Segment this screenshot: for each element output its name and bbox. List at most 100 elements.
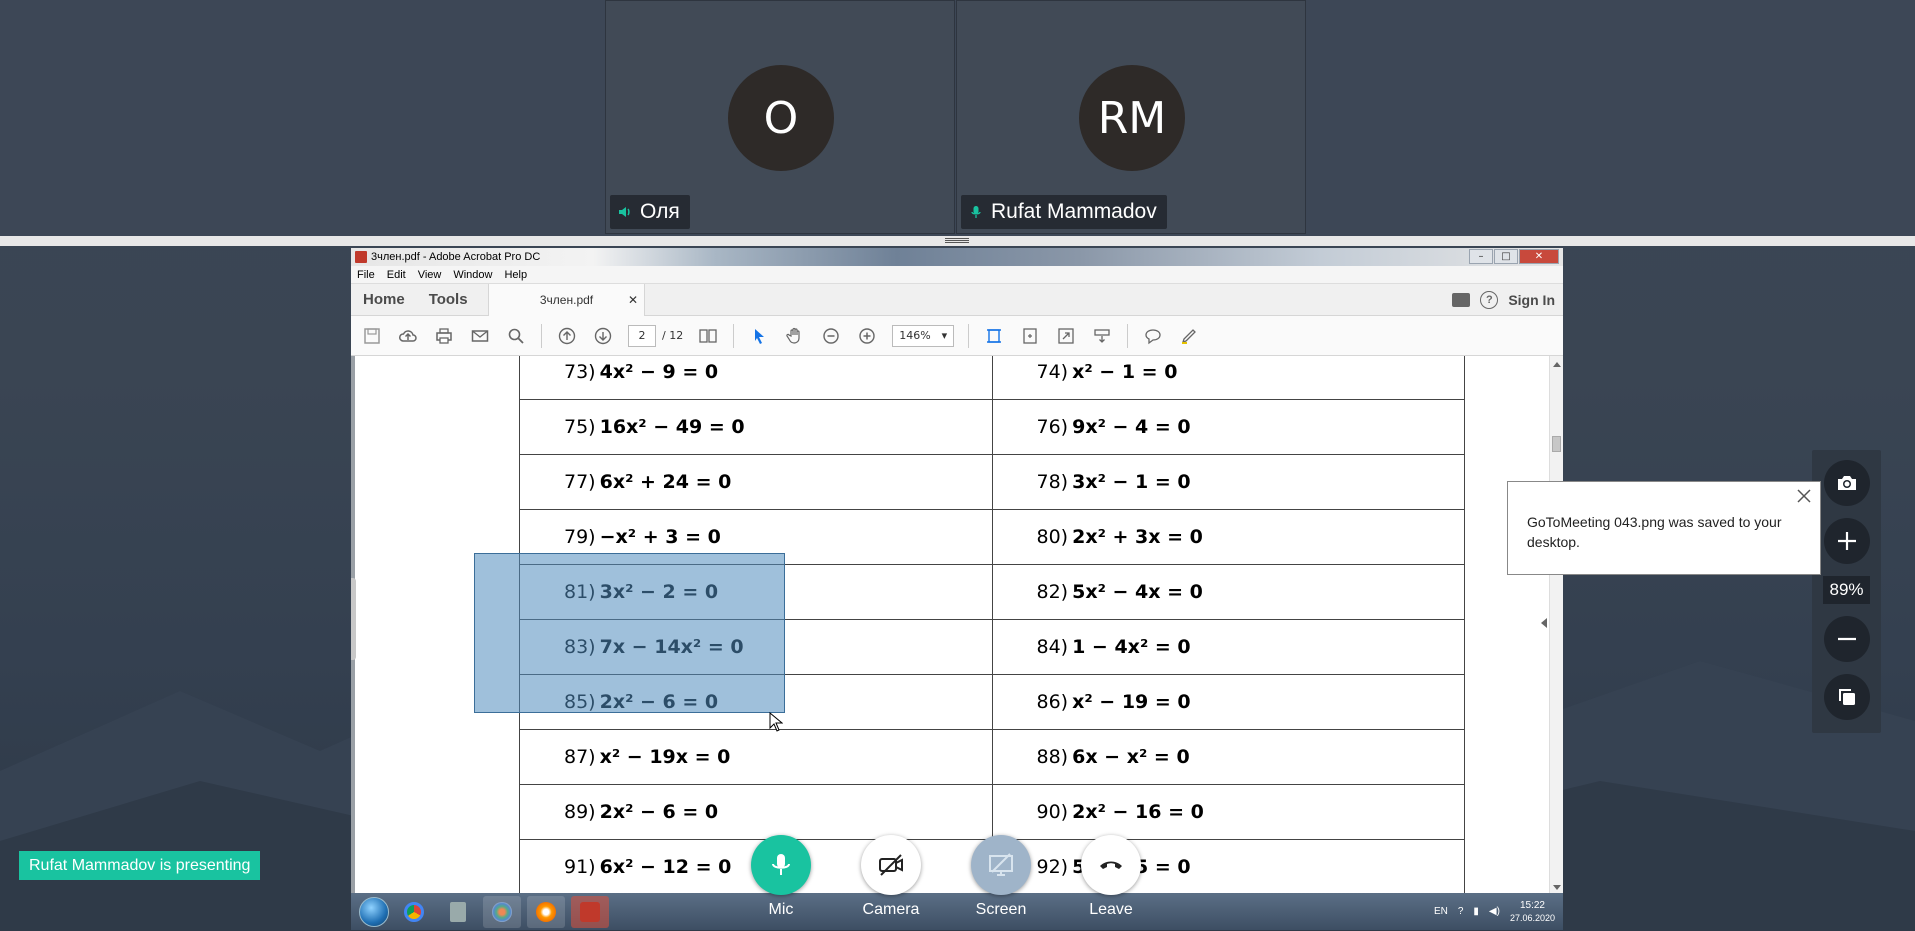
upload-cloud-icon[interactable] xyxy=(397,325,419,347)
zoom-in-button[interactable] xyxy=(1824,518,1870,564)
equation-number: 73) xyxy=(564,361,596,383)
zoom-out-button[interactable] xyxy=(1824,616,1870,662)
zoom-level-select[interactable]: 146% ▾ xyxy=(892,324,955,347)
taskbar-paint-icon[interactable] xyxy=(483,895,521,928)
popout-button[interactable] xyxy=(1824,674,1870,720)
equation-number: 79) xyxy=(564,526,596,548)
pdf-app-icon xyxy=(355,251,367,263)
camera-button[interactable]: Camera xyxy=(860,835,922,919)
menu-view[interactable]: View xyxy=(418,269,442,281)
equation-number: 82) xyxy=(1036,581,1069,603)
full-screen-icon[interactable] xyxy=(1055,325,1077,347)
tab-tools[interactable]: Tools xyxy=(417,291,480,308)
shared-screen-acrobat-window: 3член.pdf - Adobe Acrobat Pro DC – □ ✕ F… xyxy=(351,248,1563,896)
close-icon[interactable] xyxy=(1794,486,1814,506)
resize-handle-icon[interactable] xyxy=(945,237,969,245)
equation-cell: 78) 3x² − 1 = 0 xyxy=(991,454,1465,510)
close-window-button[interactable]: ✕ xyxy=(1519,249,1559,264)
table-row: 89) 2x² − 6 = 0 90) 2x² − 16 = 0 xyxy=(519,784,1465,840)
help-icon[interactable]: ? xyxy=(1480,291,1499,309)
scroll-down-icon[interactable] xyxy=(1553,885,1561,890)
equation-cell: 75) 16x² − 49 = 0 xyxy=(519,399,993,455)
participant-name-tag: Оля xyxy=(610,195,690,229)
left-panel-toggle[interactable] xyxy=(351,578,356,660)
save-icon[interactable] xyxy=(361,325,383,347)
screen-circle[interactable] xyxy=(971,835,1031,895)
microphone-icon xyxy=(772,854,790,875)
zoom-level-value: 146% xyxy=(899,329,931,342)
previous-page-icon[interactable] xyxy=(556,325,578,347)
select-cursor-icon[interactable] xyxy=(748,325,770,347)
participant-tile-olya[interactable]: O Оля xyxy=(605,0,955,234)
camera-label: Camera xyxy=(862,901,920,918)
equation-number: 91) xyxy=(564,856,596,878)
equation-cell: 80) 2x² + 3x = 0 xyxy=(991,509,1465,565)
window-titlebar: 3член.pdf - Adobe Acrobat Pro DC – □ ✕ xyxy=(351,248,1563,266)
menu-window[interactable]: Window xyxy=(453,269,492,281)
equation-number: 88) xyxy=(1036,746,1069,768)
language-indicator[interactable]: EN xyxy=(1434,906,1448,917)
camera-circle[interactable] xyxy=(861,835,921,895)
leave-button[interactable]: Leave xyxy=(1080,835,1142,919)
menu-help[interactable]: Help xyxy=(504,269,527,281)
equation-number: 80) xyxy=(1036,526,1069,548)
clock[interactable]: 15:22 27.06.2020 xyxy=(1510,900,1555,924)
clock-date: 27.06.2020 xyxy=(1509,912,1555,923)
tab-document[interactable]: 3член.pdf ✕ xyxy=(488,284,645,316)
taskbar-flower-app-icon[interactable] xyxy=(527,895,565,928)
vertical-scrollbar[interactable] xyxy=(1549,356,1563,896)
mic-icon xyxy=(971,206,981,218)
screen-share-button[interactable]: Screen xyxy=(970,835,1032,919)
next-page-icon[interactable] xyxy=(592,325,614,347)
menu-file[interactable]: File xyxy=(357,269,375,281)
equation-text: 5x² − 4x = 0 xyxy=(1072,581,1203,603)
zoom-out-icon[interactable] xyxy=(820,325,842,347)
screenshot-button[interactable] xyxy=(1824,460,1870,506)
comment-tool-icon[interactable] xyxy=(1142,325,1164,347)
search-icon[interactable] xyxy=(505,325,527,347)
taskbar-acrobat-icon[interactable] xyxy=(571,895,609,928)
scrollbar-thumb[interactable] xyxy=(1552,436,1561,452)
mic-button[interactable]: Mic xyxy=(750,835,812,919)
equation-number: 90) xyxy=(1036,801,1069,823)
minimize-button[interactable]: – xyxy=(1469,249,1493,264)
scrolling-mode-icon[interactable] xyxy=(983,325,1005,347)
right-panel-toggle-icon[interactable] xyxy=(1541,618,1547,628)
highlight-pen-icon[interactable] xyxy=(1178,325,1200,347)
help-tray-icon[interactable]: ? xyxy=(1458,906,1464,917)
clock-time: 15:22 xyxy=(1519,899,1545,911)
participant-name: Rufat Mammadov xyxy=(991,200,1157,223)
equation-text: 2x² + 3x = 0 xyxy=(1072,526,1203,548)
document-view[interactable]: 73) 4x² − 9 = 0 74) x² − 1 = 0 75) 16x² − 49 … xyxy=(351,356,1563,896)
equation-text: 2x² − 16 = 0 xyxy=(1072,801,1204,823)
equation-number: 75) xyxy=(564,416,596,438)
scroll-up-icon[interactable] xyxy=(1553,362,1561,367)
sign-in-button[interactable]: Sign In xyxy=(1508,292,1555,308)
mic-circle[interactable] xyxy=(751,835,811,895)
zoom-in-icon[interactable] xyxy=(856,325,878,347)
network-icon[interactable]: ▮ xyxy=(1473,906,1479,917)
table-row: 73) 4x² − 9 = 0 74) x² − 1 = 0 xyxy=(519,356,1465,400)
menu-edit[interactable]: Edit xyxy=(387,269,406,281)
window-controls: – □ ✕ xyxy=(1469,249,1559,264)
tab-home[interactable]: Home xyxy=(351,291,417,308)
volume-icon[interactable]: ◀) xyxy=(1489,906,1500,917)
comment-icon[interactable] xyxy=(1452,293,1471,307)
page-number-input[interactable]: 2 xyxy=(628,324,656,347)
maximize-button[interactable]: □ xyxy=(1494,249,1518,264)
equation-text: 3x² − 1 = 0 xyxy=(1072,471,1191,493)
participant-tile-rufat[interactable]: RM Rufat Mammadov xyxy=(956,0,1306,234)
leave-circle[interactable] xyxy=(1081,835,1141,895)
equation-number: 87) xyxy=(564,746,596,768)
close-tab-icon[interactable]: ✕ xyxy=(628,293,638,307)
taskbar-chrome-icon[interactable] xyxy=(395,896,433,928)
print-icon[interactable] xyxy=(433,325,455,347)
taskbar-calculator-icon[interactable] xyxy=(439,896,477,928)
hand-tool-icon[interactable] xyxy=(784,325,806,347)
read-mode-icon[interactable] xyxy=(1091,325,1113,347)
avatar: O xyxy=(728,65,834,171)
fit-page-icon[interactable] xyxy=(1019,325,1041,347)
page-view-icon[interactable] xyxy=(697,325,719,347)
windows-start-icon[interactable] xyxy=(359,896,389,927)
email-icon[interactable] xyxy=(469,325,491,347)
